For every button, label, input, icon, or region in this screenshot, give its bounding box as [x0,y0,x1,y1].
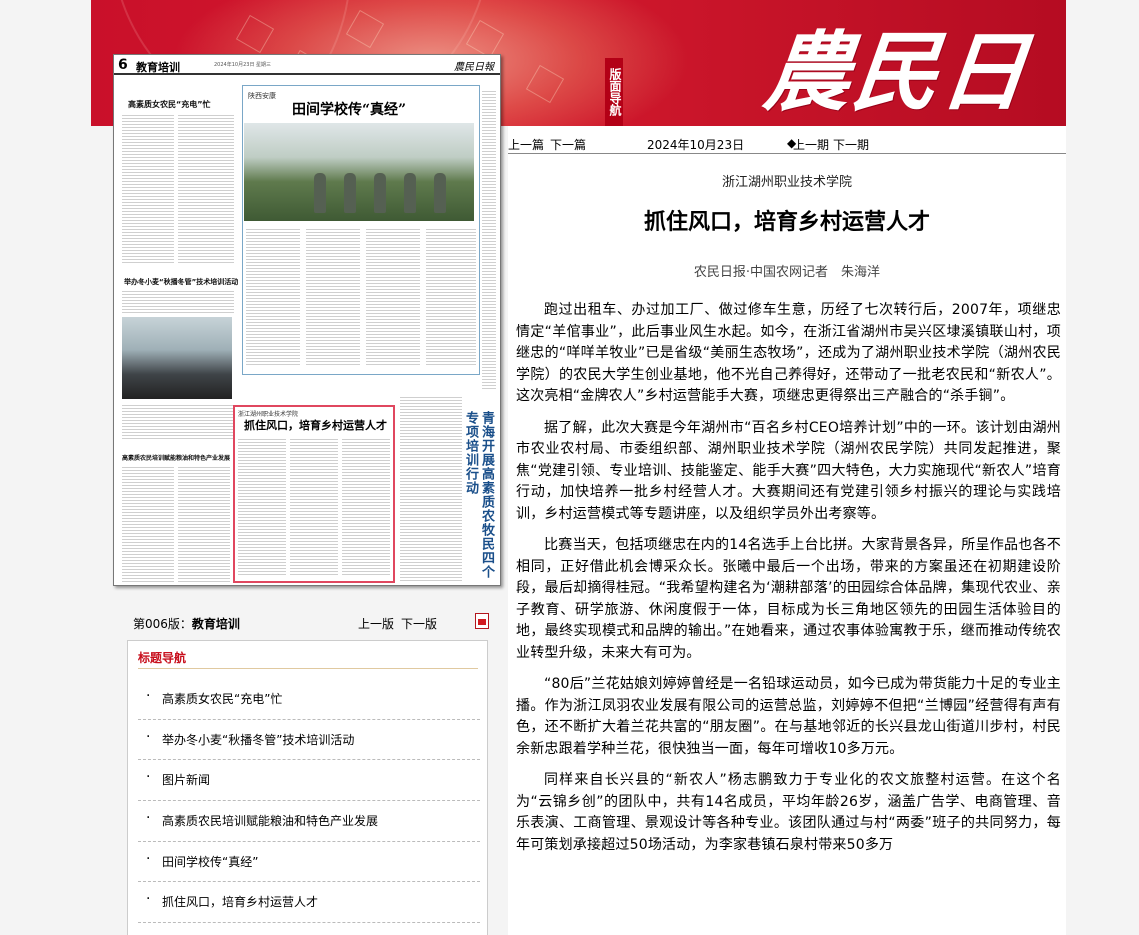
article-paragraph: 比赛当天，包括项继忠在内的14名选手上台比拼。大家背景各异，所呈作品也各不相同，… [516,537,1061,661]
headline-link[interactable]: 图片新闻 [138,760,480,802]
page-info-bar: 第006版：教育培训 上一版 下一版 [127,610,493,634]
prev-article-link[interactable]: 上一篇 [508,136,544,153]
next-issue-link[interactable]: 下一期 [833,136,869,153]
thumbnail-section: 教育培训 [136,61,180,74]
thumbnail-header: 6 教育培训 2024年10月23日 星期三 農民日報 [114,55,500,75]
article-paragraph: “80后”兰花姑娘刘婷婷曾经是一名铅球运动员，如今已成为带货能力十足的专业主播。… [516,676,1061,757]
text-column [342,437,390,577]
text-column [122,465,174,583]
text-column [178,113,234,263]
article-headline: 抓住风口，培育乡村运营人才 [643,210,930,235]
headline-link[interactable]: 田间学校传“真经” [138,842,480,883]
layout-nav-badge[interactable]: 版面导航 [605,58,623,126]
article-paragraph: 跑过出租车、办过加工厂、做过修车生意，历经了七次转行后，2007年，项继忠情定“… [516,302,1061,404]
pdf-icon[interactable] [475,613,489,629]
headline-link[interactable]: 高素质农民培训赋能粮油和特色产业发展 [138,801,480,842]
headline-link[interactable]: 抓住风口，培育乡村运营人才 [138,882,480,924]
newspaper-logo: 農民日報 [759,22,1035,123]
text-column [246,227,300,367]
page-thumbnail[interactable]: 6 教育培训 2024年10月23日 星期三 農民日報 高素质女农民“充电”忙 … [113,54,501,586]
text-column [366,227,420,367]
headline-link[interactable]: 高素质女农民“充电”忙 [138,679,480,720]
thumbnail-feature-photo[interactable] [244,123,474,221]
prev-issue-link[interactable]: 上一期 [793,136,829,153]
photo-figure [404,173,416,213]
thumbnail-article-link[interactable]: 举办冬小麦“秋播冬管”技术培训活动 [124,277,238,287]
headline-nav-title: 标题导航 [138,651,187,665]
article-panel: 上一篇 下一篇 2024年10月23日 ◆ 上一期 下一期 浙江湖州职业技术学院… [508,126,1066,935]
article-body: 跑过出租车、办过加工厂、做过修车生意，历经了七次转行后，2007年，项继忠情定“… [516,300,1061,866]
photo-figure [344,173,356,213]
headline-link[interactable]: 举办冬小麦“秋播冬管”技术培训活动 [138,720,480,761]
headline-list: 高素质女农民“充电”忙 举办冬小麦“秋播冬管”技术培训活动 图片新闻 高素质农民… [138,679,480,924]
thumbnail-feature-title[interactable]: 田间学校传“真经” [292,99,406,119]
text-column [122,403,234,441]
thumbnail-article-link[interactable]: 高素质女农民“充电”忙 [128,99,211,110]
page-label-section: 教育培训 [191,617,240,631]
photo-figure [434,173,446,213]
prev-page-link[interactable]: 上一版 [358,615,394,632]
thumbnail-logo: 農民日報 [454,62,494,73]
text-column [178,465,230,583]
article-byline: 农民日报·中国农网记者 朱海洋 [693,265,881,280]
text-column [238,437,286,577]
photo-figure [374,173,386,213]
photo-figure [314,173,326,213]
thumbnail-highlight-title[interactable]: 抓住风口，培育乡村运营人才 [244,417,387,433]
issue-date: 2024年10月23日 [647,138,745,152]
thumbnail-article-link[interactable]: 高素质农民培训赋能粮油和特色产业发展 [122,453,230,462]
thumbnail-meta: 2024年10月23日 星期三 [214,62,272,68]
article-paragraph: 据了解，此次大赛是今年湖州市“百名乡村CEO培养计划”中的一环。该计划由湖州市农… [516,419,1061,522]
text-column [400,395,462,583]
thumbnail-feature-kicker: 陕西安康 [248,92,276,100]
thumbnail-photo[interactable] [122,317,232,399]
text-column [482,89,496,389]
next-page-link[interactable]: 下一版 [401,615,437,632]
thumbnail-vertical-headline[interactable]: 青海开展高素质农牧民四个专项培训行动 [463,411,494,585]
article-paragraph: 同样来自长兴县的“新农人”杨志鹏致力于专业化的农文旅整村运营。在这个名为“云锦乡… [516,772,1061,853]
next-article-link[interactable]: 下一篇 [550,136,586,153]
text-column [290,437,338,577]
thumbnail-page-number: 6 [118,57,128,73]
text-column [122,289,234,315]
text-column [122,113,174,263]
page-label: 第006版：教育培训 [133,615,240,632]
text-column [306,227,360,367]
page: 版面导航 農民日報 6 教育培训 2024年10月23日 星期三 農民日報 高素… [0,0,1139,935]
divider [138,668,478,669]
text-column [426,227,476,367]
headline-nav: 标题导航 高素质女农民“充电”忙 举办冬小麦“秋播冬管”技术培训活动 图片新闻 … [127,640,488,935]
article-kicker: 浙江湖州职业技术学院 [721,175,852,190]
page-label-prefix: 第006版： [133,617,192,631]
article-toolbar: 上一篇 下一篇 2024年10月23日 ◆ 上一期 下一期 [508,134,1066,154]
